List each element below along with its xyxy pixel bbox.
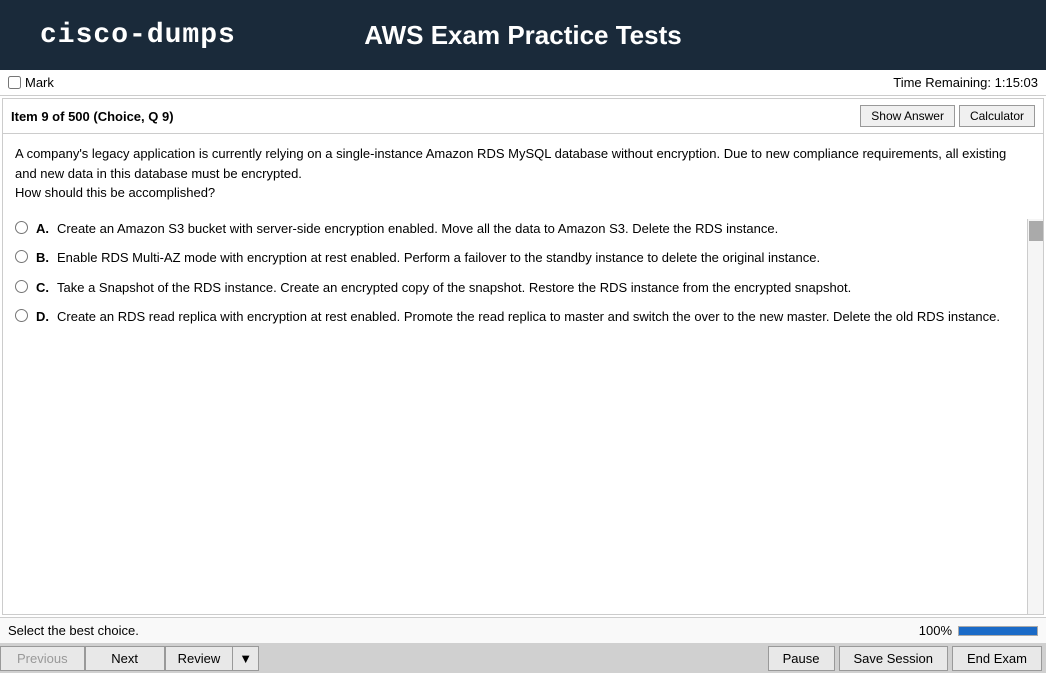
scrollbar-track[interactable] xyxy=(1027,219,1043,615)
mark-text: Mark xyxy=(25,75,54,90)
mark-checkbox[interactable] xyxy=(8,76,21,89)
option-a-radio[interactable] xyxy=(15,221,28,234)
pause-button[interactable]: Pause xyxy=(768,646,835,671)
option-c-radio[interactable] xyxy=(15,280,28,293)
header: cisco-dumps AWS Exam Practice Tests xyxy=(0,0,1046,70)
option-a-text: Create an Amazon S3 bucket with server-s… xyxy=(57,219,778,239)
bottom-status-bar: Select the best choice. 100% xyxy=(0,617,1046,643)
progress-area: 100% xyxy=(919,623,1038,638)
logo: cisco-dumps xyxy=(40,20,236,51)
option-b-letter: B. xyxy=(36,248,49,268)
option-d-letter: D. xyxy=(36,307,49,327)
question-buttons: Show Answer Calculator xyxy=(860,105,1035,127)
previous-button[interactable]: Previous xyxy=(0,646,85,671)
option-b-text: Enable RDS Multi-AZ mode with encryption… xyxy=(57,248,820,268)
review-button-group: Review ▼ xyxy=(165,646,260,671)
time-remaining: Time Remaining: 1:15:03 xyxy=(893,75,1038,90)
question-text: A company's legacy application is curren… xyxy=(15,144,1031,203)
review-main-button[interactable]: Review xyxy=(165,646,233,671)
progress-percent-label: 100% xyxy=(919,623,952,638)
footer-left-buttons: Previous Next Review ▼ xyxy=(0,646,259,671)
options-list: A. Create an Amazon S3 bucket with serve… xyxy=(15,219,1031,327)
next-button[interactable]: Next xyxy=(85,646,165,671)
header-title: AWS Exam Practice Tests xyxy=(364,20,681,51)
option-d-radio[interactable] xyxy=(15,309,28,322)
status-text: Select the best choice. xyxy=(8,623,139,638)
option-c-text: Take a Snapshot of the RDS instance. Cre… xyxy=(57,278,851,298)
option-a-letter: A. xyxy=(36,219,49,239)
review-dropdown-button[interactable]: ▼ xyxy=(232,646,259,671)
show-answer-button[interactable]: Show Answer xyxy=(860,105,955,127)
option-b-radio[interactable] xyxy=(15,250,28,263)
list-item[interactable]: B. Enable RDS Multi-AZ mode with encrypt… xyxy=(15,248,1031,268)
scrollbar-thumb[interactable] xyxy=(1029,221,1043,241)
end-exam-button[interactable]: End Exam xyxy=(952,646,1042,671)
progress-bar-background xyxy=(958,626,1038,636)
calculator-button[interactable]: Calculator xyxy=(959,105,1035,127)
progress-bar-fill xyxy=(959,627,1037,635)
save-session-button[interactable]: Save Session xyxy=(839,646,949,671)
question-area: Item 9 of 500 (Choice, Q 9) Show Answer … xyxy=(2,98,1044,615)
question-header: Item 9 of 500 (Choice, Q 9) Show Answer … xyxy=(3,99,1043,134)
option-d-text: Create an RDS read replica with encrypti… xyxy=(57,307,1000,327)
mark-label-container[interactable]: Mark xyxy=(8,75,54,90)
footer-right-buttons: Pause Save Session End Exam xyxy=(768,646,1046,671)
list-item[interactable]: A. Create an Amazon S3 bucket with serve… xyxy=(15,219,1031,239)
mark-bar: Mark Time Remaining: 1:15:03 xyxy=(0,70,1046,96)
list-item[interactable]: D. Create an RDS read replica with encry… xyxy=(15,307,1031,327)
option-c-letter: C. xyxy=(36,278,49,298)
question-body: A company's legacy application is curren… xyxy=(3,134,1043,337)
list-item[interactable]: C. Take a Snapshot of the RDS instance. … xyxy=(15,278,1031,298)
question-title: Item 9 of 500 (Choice, Q 9) xyxy=(11,109,174,124)
footer-nav: Previous Next Review ▼ Pause Save Sessio… xyxy=(0,643,1046,673)
